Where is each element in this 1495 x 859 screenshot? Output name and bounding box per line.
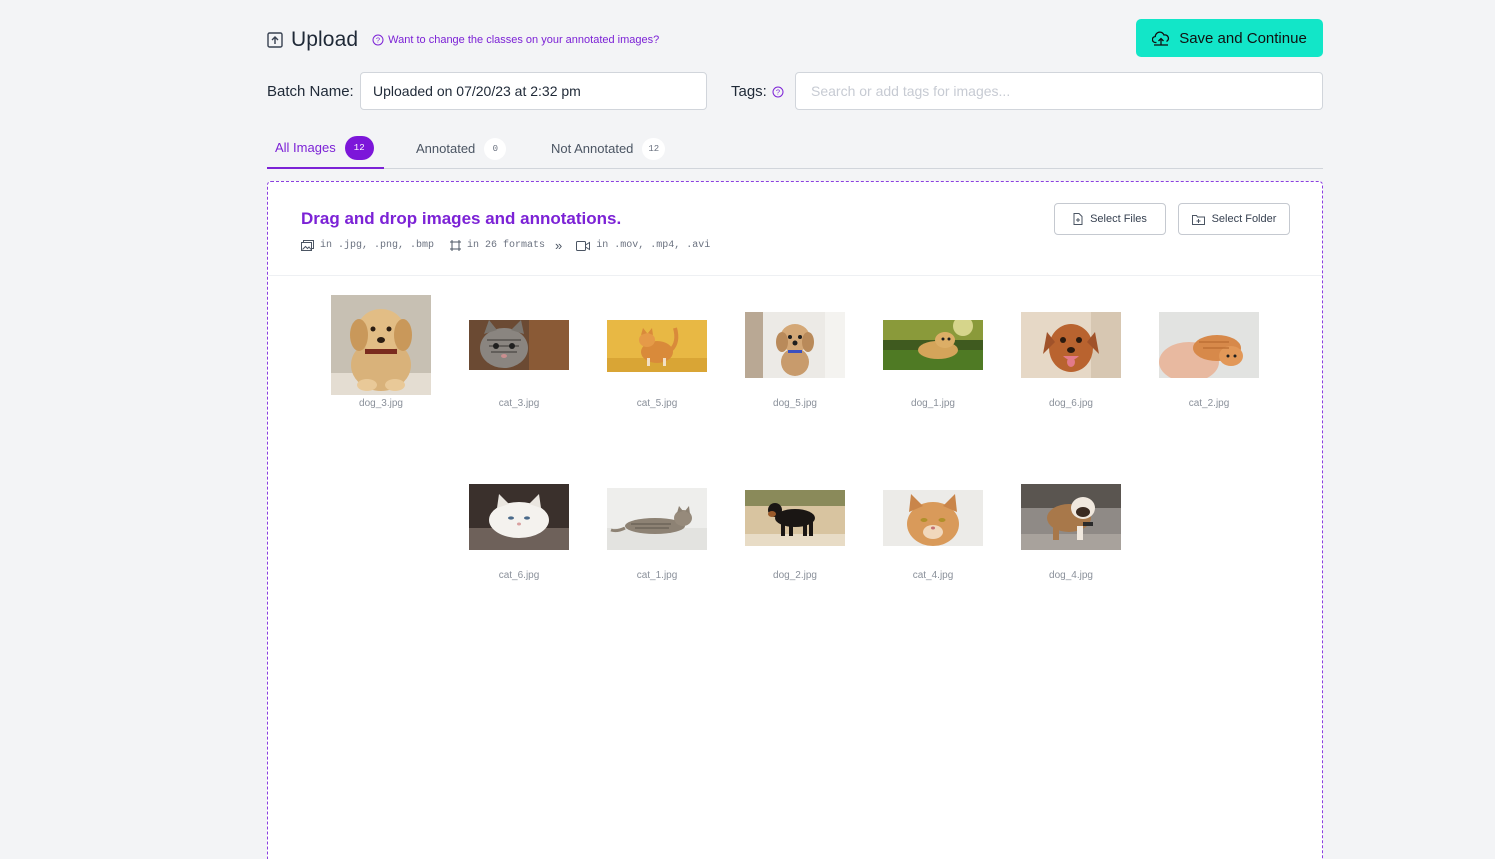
- tabby-kitten-photo: [469, 320, 569, 370]
- image-filename: cat_1.jpg: [636, 570, 678, 581]
- drop-zone-title: Drag and drop images and annotations.: [301, 209, 622, 228]
- bounding-box-icon: [450, 240, 462, 251]
- batch-name-input[interactable]: [360, 72, 707, 110]
- more-formats-chevron[interactable]: »: [555, 238, 562, 253]
- drop-zone-header: Drag and drop images and annotations. in…: [268, 182, 1322, 276]
- supported-formats: in .jpg, .png, .bmp in 26 formats » in .: [301, 238, 726, 253]
- image-filename: cat_5.jpg: [636, 398, 678, 409]
- tab-label: Annotated: [416, 141, 476, 156]
- tab-all-images[interactable]: All Images 12: [267, 128, 384, 169]
- orange-cat-yellow-bg-photo: [607, 320, 707, 372]
- white-persian-cat-photo: [469, 484, 569, 550]
- tabby-cat-lying-photo: [607, 488, 707, 550]
- image-filename: dog_5.jpg: [773, 398, 817, 409]
- page-header: Upload ? Want to change the classes on y…: [267, 19, 1323, 57]
- svg-text:?: ?: [776, 87, 780, 96]
- question-icon[interactable]: ?: [772, 86, 784, 98]
- rottweiler-photo: [745, 490, 845, 546]
- tags-search-input[interactable]: [795, 72, 1323, 110]
- drop-zone[interactable]: Drag and drop images and annotations. in…: [267, 181, 1323, 859]
- tab-count-badge: 12: [642, 137, 666, 160]
- image-filename: cat_2.jpg: [1188, 398, 1230, 409]
- tab-not-annotated[interactable]: Not Annotated 12: [543, 128, 673, 169]
- tab-annotated[interactable]: Annotated 0: [408, 128, 514, 169]
- batch-row: Batch Name: Tags: ?: [267, 72, 1323, 110]
- image-filename: cat_4.jpg: [912, 570, 954, 581]
- save-button-label: Save and Continue: [1179, 29, 1307, 47]
- page-title: Upload: [291, 28, 359, 51]
- video-icon: [576, 240, 591, 251]
- tab-count-badge: 0: [484, 137, 507, 160]
- change-classes-text: Want to change the classes on your annot…: [388, 34, 660, 46]
- save-and-continue-button[interactable]: Save and Continue: [1136, 19, 1323, 57]
- svg-text:?: ?: [376, 36, 380, 45]
- image-filename: dog_6.jpg: [1049, 398, 1093, 409]
- orange-cat-face-photo: [883, 490, 983, 546]
- tab-count-badge: 12: [344, 135, 374, 160]
- select-files-label: Select Files: [1090, 213, 1147, 225]
- tab-label: Not Annotated: [551, 141, 634, 156]
- video-formats-text: in .mov, .mp4, .avi: [596, 240, 711, 251]
- select-folder-label: Select Folder: [1211, 213, 1277, 225]
- video-formats: in .mov, .mp4, .avi: [576, 240, 710, 251]
- annotation-formats-text: in 26 formats: [467, 240, 546, 251]
- image-filename: cat_3.jpg: [498, 398, 540, 409]
- select-files-button[interactable]: Select Files: [1054, 203, 1166, 235]
- golden-puppy-photo: [331, 295, 431, 395]
- ginger-cat-lying-photo: [1159, 312, 1259, 378]
- batch-name-label: Batch Name:: [267, 83, 354, 100]
- image-filename: dog_3.jpg: [359, 398, 403, 409]
- image-filename: dog_2.jpg: [773, 570, 817, 581]
- bulldog-photo: [1021, 484, 1121, 550]
- change-classes-link[interactable]: ? Want to change the classes on your ann…: [372, 34, 659, 46]
- image-formats-text: in .jpg, .png, .bmp: [320, 240, 435, 251]
- upload-icon: [267, 32, 283, 48]
- question-icon: ?: [372, 34, 384, 46]
- golden-retriever-grass-photo: [883, 320, 983, 370]
- image-formats: in .jpg, .png, .bmp: [301, 240, 434, 251]
- image-filename: cat_6.jpg: [498, 570, 540, 581]
- select-folder-button[interactable]: Select Folder: [1178, 203, 1290, 235]
- annotation-formats: in 26 formats: [450, 240, 545, 251]
- image-filename: dog_1.jpg: [911, 398, 955, 409]
- image-filename: dog_4.jpg: [1049, 570, 1093, 581]
- brown-dog-smiling-photo: [1021, 312, 1121, 378]
- tags-label: Tags: ?: [731, 83, 784, 100]
- upload-page: Upload ? Want to change the classes on y…: [267, 0, 1323, 859]
- images-icon: [301, 240, 314, 251]
- cloud-upload-icon: [1152, 31, 1170, 46]
- curly-dog-photo: [745, 312, 845, 378]
- title-row: Upload ? Want to change the classes on y…: [267, 28, 659, 52]
- image-filter-tabs: All Images 12 Annotated 0 Not Annotated …: [267, 128, 1323, 169]
- tags-label-text: Tags:: [731, 83, 767, 100]
- tab-label: All Images: [275, 140, 336, 155]
- folder-icon: [1191, 214, 1205, 225]
- file-icon: [1073, 213, 1083, 225]
